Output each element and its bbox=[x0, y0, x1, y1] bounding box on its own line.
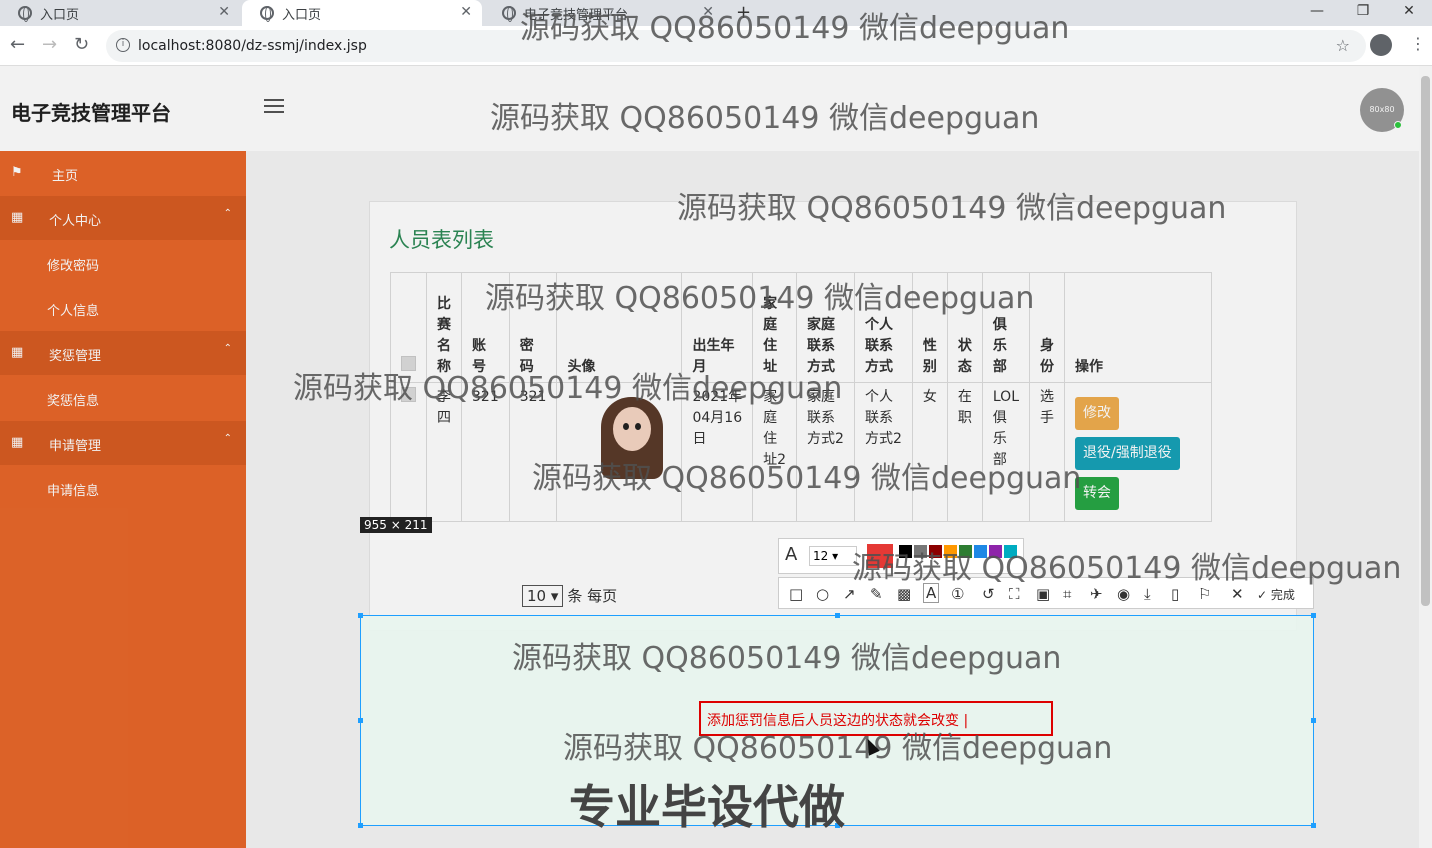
cancel-icon[interactable]: ✕ bbox=[1231, 585, 1244, 603]
minimize-icon[interactable]: — bbox=[1294, 0, 1340, 26]
menu-dots-icon[interactable]: ⋮ bbox=[1410, 34, 1426, 53]
download-icon[interactable]: ⤓ bbox=[1144, 585, 1151, 603]
ellipse-icon[interactable]: ○ bbox=[816, 585, 829, 603]
pen-icon[interactable]: ✎ bbox=[870, 585, 883, 603]
watermark-text: 源码获取 QQ86050149 微信deepguan bbox=[520, 11, 1070, 46]
window-controls: — ❐ ✕ bbox=[1294, 0, 1432, 26]
profile-icon[interactable] bbox=[1370, 34, 1392, 56]
selection-size-label: 955 × 211 bbox=[360, 517, 432, 533]
font-size-select[interactable]: 12 ▾ bbox=[809, 546, 857, 566]
watermark-text: 源码获取 QQ86050149 微信deepguan bbox=[563, 731, 1113, 766]
info-icon[interactable]: i bbox=[116, 38, 130, 52]
mosaic-icon[interactable]: ▩ bbox=[897, 585, 911, 603]
globe-icon bbox=[18, 6, 32, 22]
scan-icon[interactable]: ⌗ bbox=[1063, 585, 1071, 603]
resize-handle[interactable] bbox=[358, 613, 363, 618]
browser-tab-2[interactable]: 入口页 ✕ bbox=[242, 0, 482, 26]
bookmark-icon[interactable]: ⚐ bbox=[1198, 585, 1211, 603]
watermark-text: 源码获取 QQ86050149 微信deepguan bbox=[852, 551, 1402, 586]
ocr-icon[interactable]: ▣ bbox=[1036, 585, 1050, 603]
resize-handle[interactable] bbox=[1311, 613, 1316, 618]
watermark-text: 源码获取 QQ86050149 微信deepguan bbox=[532, 461, 1082, 496]
font-icon[interactable]: A bbox=[785, 544, 797, 565]
phone-icon[interactable]: ▯ bbox=[1171, 585, 1179, 603]
resize-handle[interactable] bbox=[1311, 823, 1316, 828]
done-button[interactable]: ✓ 完成 bbox=[1257, 586, 1295, 603]
close-tab-icon[interactable]: ✕ bbox=[218, 4, 230, 20]
reload-icon[interactable]: ↻ bbox=[74, 34, 89, 55]
undo-icon[interactable]: ↺ bbox=[982, 585, 995, 603]
crop-icon[interactable]: ⛶ bbox=[1009, 585, 1020, 603]
scrollbar-thumb[interactable] bbox=[1421, 76, 1430, 606]
watermark-text: 源码获取 QQ86050149 微信deepguan bbox=[485, 281, 1035, 316]
restore-icon[interactable]: ❐ bbox=[1340, 0, 1386, 26]
watermark-text: 源码获取 QQ86050149 微信deepguan bbox=[677, 191, 1227, 226]
watermark-text: 源码获取 QQ86050149 微信deepguan bbox=[293, 371, 843, 406]
page-scrollbar[interactable] bbox=[1419, 66, 1432, 848]
close-tab-icon[interactable]: ✕ bbox=[460, 4, 472, 20]
record-icon[interactable]: ◉ bbox=[1117, 585, 1130, 603]
rectangle-icon[interactable]: □ bbox=[789, 585, 803, 603]
resize-handle[interactable] bbox=[835, 613, 840, 618]
arrow-icon[interactable]: ↗ bbox=[843, 585, 856, 603]
resize-handle[interactable] bbox=[358, 823, 363, 828]
globe-icon bbox=[502, 6, 516, 22]
close-window-icon[interactable]: ✕ bbox=[1386, 0, 1432, 26]
browser-tab-1[interactable]: 入口页 ✕ bbox=[0, 0, 240, 26]
watermark-text: 源码获取 QQ86050149 微信deepguan bbox=[512, 641, 1062, 676]
globe-icon bbox=[260, 6, 274, 22]
pin-icon[interactable]: ✈ bbox=[1090, 585, 1103, 603]
star-icon[interactable]: ☆ bbox=[1336, 36, 1350, 55]
resize-handle[interactable] bbox=[358, 718, 363, 723]
watermark-text: 源码获取 QQ86050149 微信deepguan bbox=[490, 101, 1040, 136]
back-icon[interactable]: ← bbox=[10, 34, 25, 55]
forward-icon[interactable]: → bbox=[42, 34, 57, 55]
ad-text: 专业毕设代做 bbox=[569, 780, 845, 834]
resize-handle[interactable] bbox=[1311, 718, 1316, 723]
number-marker-icon[interactable]: ① bbox=[951, 585, 964, 603]
